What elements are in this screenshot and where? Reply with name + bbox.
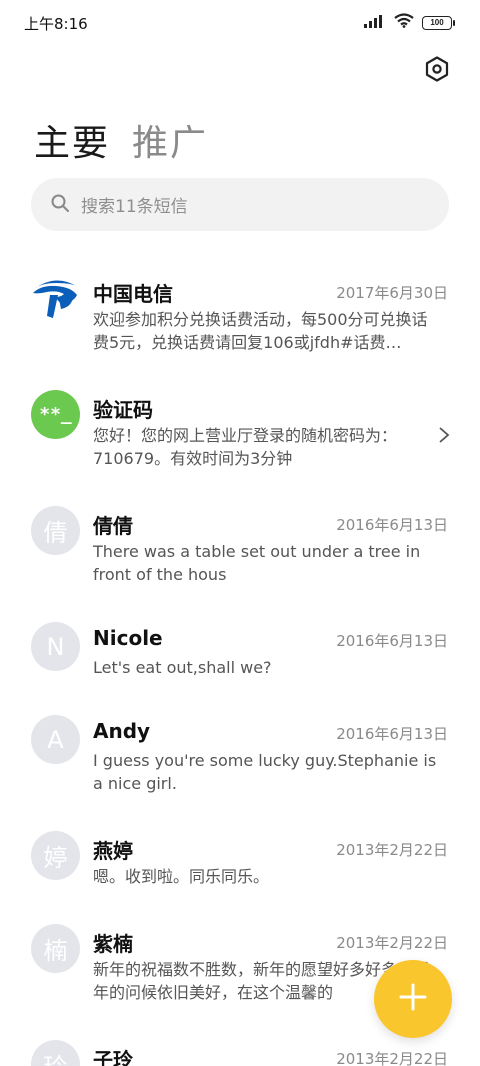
message-date: 2016年6月13日 [336, 725, 448, 743]
china-telecom-logo-icon [31, 273, 81, 325]
avatar-text: 倩 [43, 519, 68, 547]
status-time: 上午8:16 [24, 15, 88, 33]
conversation-item[interactable]: N Nicole 2016年6月13日 Let's eat out,shall … [0, 610, 480, 703]
sender-name: 燕婷 [93, 839, 133, 863]
search-input[interactable]: 搜索11条短信 [31, 178, 449, 231]
sender-name: Nicole [93, 626, 163, 650]
avatar: 玲 [31, 1040, 80, 1066]
conversation-item[interactable]: **_ 验证码 您好！您的网上营业厅登录的随机密码为：710679。有效时间为3… [0, 378, 480, 494]
sender-name: 紫楠 [93, 932, 133, 956]
search-icon [51, 194, 69, 216]
sender-name: 子玲 [93, 1048, 133, 1066]
settings-hexagon-icon [425, 56, 449, 86]
avatar-text: 楠 [43, 937, 68, 965]
avatar-text: **_ [39, 404, 72, 425]
message-date: 2016年6月13日 [336, 632, 448, 650]
settings-button[interactable] [422, 56, 452, 86]
message-date: 2013年2月22日 [336, 1050, 448, 1066]
avatar: **_ [31, 390, 80, 439]
message-date: 2013年2月22日 [336, 934, 448, 952]
message-preview: 欢迎参加积分兑换话费活动，每500分可兑换话费5元，兑换话费请回复106或jfd… [93, 310, 428, 352]
status-icons: 100 [364, 13, 455, 32]
conversation-item[interactable]: 倩 倩倩 2016年6月13日 There was a table set ou… [0, 494, 480, 610]
conversation-item[interactable]: 婷 燕婷 2013年2月22日 嗯。收到啦。同乐同乐。 [0, 819, 480, 912]
avatar: N [31, 622, 80, 671]
plus-icon [398, 982, 428, 1016]
search-placeholder: 搜索11条短信 [81, 197, 188, 217]
sender-name: 中国电信 [93, 282, 173, 306]
wifi-icon [394, 13, 414, 32]
tab-main[interactable]: 主要 [34, 114, 110, 166]
avatar-text: N [46, 632, 65, 661]
chevron-right-icon [438, 426, 450, 448]
message-date: 2013年2月22日 [336, 841, 448, 859]
conversation-item[interactable]: A Andy 2016年6月13日 I guess you're some lu… [0, 703, 480, 819]
message-date: 2017年6月30日 [336, 284, 448, 302]
avatar: 倩 [31, 506, 80, 555]
avatar: 婷 [31, 831, 80, 880]
message-preview: I guess you're some lucky guy.Stephanie … [93, 751, 437, 793]
message-date: 2016年6月13日 [336, 516, 448, 534]
battery-icon: 100 [422, 15, 455, 30]
message-preview: Let's eat out,shall we? [93, 658, 272, 677]
new-message-button[interactable] [374, 960, 452, 1038]
sender-name: 验证码 [93, 398, 153, 422]
avatar-text: 玲 [44, 1047, 68, 1066]
tab-promotions[interactable]: 推广 [132, 114, 208, 166]
category-tabs: 主要 推广 [34, 114, 208, 166]
avatar: 楠 [31, 924, 80, 973]
sender-name: 倩倩 [93, 514, 133, 538]
status-bar: 上午8:16 100 [0, 0, 480, 46]
signal-icon [364, 13, 386, 32]
message-preview: 嗯。收到啦。同乐同乐。 [93, 867, 270, 886]
sender-name: Andy [93, 719, 151, 743]
avatar: A [31, 715, 80, 764]
message-preview: 您好！您的网上营业厅登录的随机密码为：710679。有效时间为3分钟 [93, 426, 398, 468]
conversation-list: 中国电信 2017年6月30日 欢迎参加积分兑换话费活动，每500分可兑换话费5… [0, 262, 480, 1066]
avatar-text: A [47, 725, 64, 754]
avatar [31, 274, 80, 323]
message-preview: There was a table set out under a tree i… [93, 542, 421, 584]
conversation-item[interactable]: 中国电信 2017年6月30日 欢迎参加积分兑换话费活动，每500分可兑换话费5… [0, 262, 480, 378]
avatar-text: 婷 [43, 844, 68, 872]
